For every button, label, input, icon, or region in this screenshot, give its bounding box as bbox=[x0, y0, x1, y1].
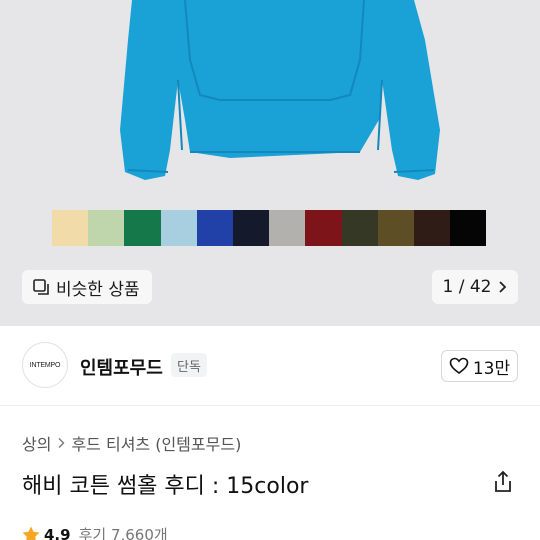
brand-logo[interactable]: INTEMPO bbox=[22, 342, 68, 388]
similar-products-button[interactable]: 비슷한 상품 bbox=[22, 270, 152, 304]
image-pager[interactable]: 1 / 42 bbox=[432, 270, 518, 304]
like-count: 13만 bbox=[472, 358, 511, 379]
brand-row: INTEMPO 인템포무드 단독 13만 bbox=[0, 326, 540, 406]
share-icon[interactable] bbox=[492, 470, 514, 494]
color-swatches bbox=[52, 210, 487, 246]
review-count: 후기 7,660개 bbox=[78, 526, 168, 540]
rating-row[interactable]: 4.9 후기 7,660개 bbox=[22, 524, 168, 540]
breadcrumb: 상의 후드 티셔츠 (인템포무드) bbox=[22, 431, 241, 455]
star-icon bbox=[22, 526, 40, 540]
heart-icon bbox=[449, 357, 469, 375]
color-swatch[interactable] bbox=[160, 210, 197, 246]
color-swatch[interactable] bbox=[124, 210, 161, 246]
product-hoodie-image bbox=[120, 0, 440, 180]
color-swatch[interactable] bbox=[88, 210, 125, 246]
brand-logo-text: INTEMPO bbox=[29, 361, 61, 369]
chevron-right-icon bbox=[499, 281, 507, 293]
chevron-right-icon bbox=[58, 438, 65, 448]
like-button[interactable]: 13만 bbox=[441, 350, 518, 382]
rating-score: 4.9 bbox=[44, 525, 71, 540]
breadcrumb-category[interactable]: 상의 bbox=[22, 431, 51, 455]
exclusive-badge: 단독 bbox=[171, 353, 207, 377]
color-swatch[interactable] bbox=[413, 210, 451, 246]
color-swatch[interactable] bbox=[196, 210, 233, 246]
color-swatch[interactable] bbox=[52, 210, 89, 246]
color-swatch[interactable] bbox=[269, 210, 306, 246]
product-image-area[interactable]: 비슷한 상품 1 / 42 bbox=[0, 0, 540, 326]
color-swatch[interactable] bbox=[305, 210, 342, 246]
similar-products-label: 비슷한 상품 bbox=[56, 279, 140, 300]
color-swatch[interactable] bbox=[450, 210, 487, 246]
color-swatch[interactable] bbox=[232, 210, 270, 246]
color-swatch[interactable] bbox=[341, 210, 378, 246]
color-swatch[interactable] bbox=[377, 210, 414, 246]
pager-count: 1 / 42 bbox=[442, 277, 492, 297]
similar-icon bbox=[33, 279, 49, 295]
product-title: 해비 코튼 썸홀 후디 : 15color bbox=[22, 474, 309, 499]
breadcrumb-subcategory[interactable]: 후드 티셔츠 (인템포무드) bbox=[71, 431, 241, 455]
brand-name[interactable]: 인템포무드 bbox=[80, 354, 163, 380]
